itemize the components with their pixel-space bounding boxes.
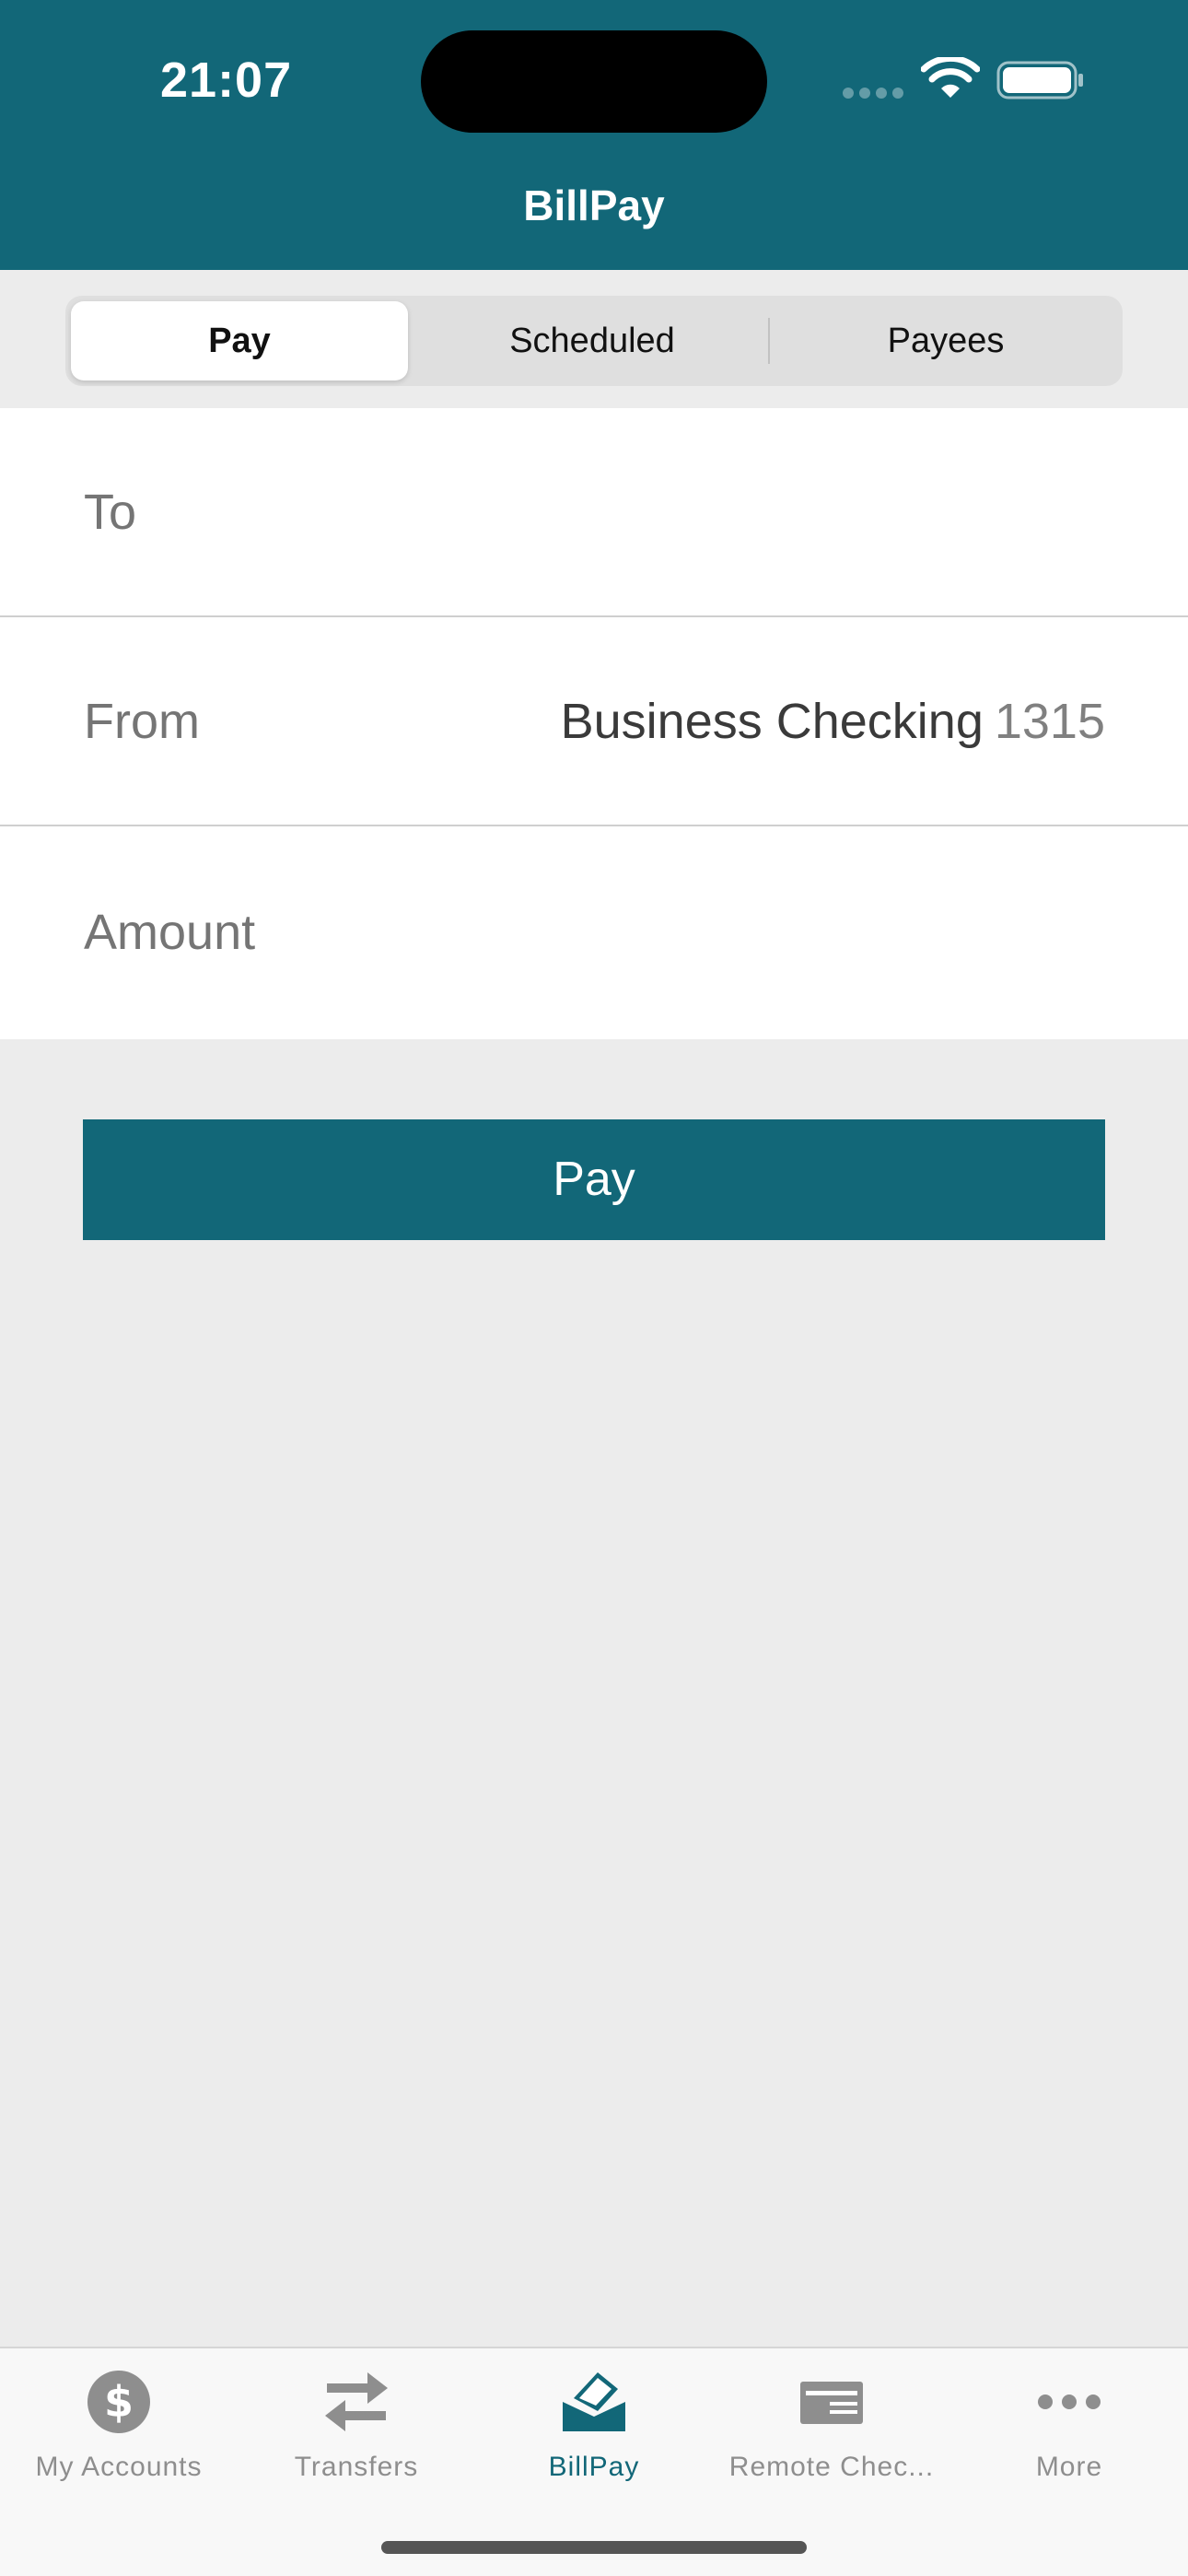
page-title: BillPay [523, 181, 665, 229]
segment-payees[interactable]: Payees [771, 296, 1121, 386]
check-deposit-icon [800, 2382, 863, 2424]
amount-row[interactable]: Amount [0, 828, 1188, 1037]
tab-transfers[interactable]: Transfers [238, 2348, 475, 2505]
tab-label: More [1035, 2452, 1103, 2482]
svg-text:$: $ [104, 2377, 134, 2427]
payment-form: To From Business Checking 1315 Amount [0, 408, 1188, 1039]
wifi-icon [921, 57, 980, 98]
from-account: Business Checking 1315 [561, 617, 1105, 826]
tab-remote-check[interactable]: Remote Chec... [713, 2348, 950, 2505]
nav-header: 21:07 BillPay [0, 0, 1188, 270]
home-indicator [381, 2541, 807, 2554]
bill-envelope-icon [563, 2372, 625, 2431]
battery-icon [996, 61, 1083, 100]
from-account-number: 1315 [994, 694, 1105, 749]
tab-billpay[interactable]: BillPay [475, 2348, 713, 2505]
segment-divider [768, 318, 770, 364]
tab-label: BillPay [548, 2452, 640, 2482]
tab-label: Transfers [294, 2452, 419, 2482]
from-row[interactable]: From Business Checking 1315 [0, 617, 1188, 826]
tab-more[interactable]: More [950, 2348, 1188, 2505]
dollar-circle-icon: $ [87, 2371, 150, 2433]
segment-container: Pay Scheduled Payees [0, 270, 1188, 408]
pay-button[interactable]: Pay [83, 1119, 1105, 1240]
from-account-name: Business Checking [560, 694, 984, 749]
tab-label: My Accounts [35, 2452, 203, 2482]
from-label: From [84, 694, 200, 749]
amount-label: Amount [84, 905, 256, 960]
tab-my-accounts[interactable]: $ My Accounts [0, 2348, 238, 2505]
segment-scheduled[interactable]: Scheduled [417, 296, 767, 386]
segmented-control: Pay Scheduled Payees [65, 296, 1123, 386]
more-dots-icon [1038, 2395, 1101, 2409]
dynamic-island [421, 30, 767, 133]
to-label: To [84, 485, 137, 540]
status-time: 21:07 [160, 53, 293, 108]
cellular-signal-icon [843, 88, 905, 99]
tab-label: Remote Chec... [728, 2452, 935, 2482]
transfer-arrows-icon [325, 2372, 388, 2431]
segment-pay[interactable]: Pay [71, 301, 408, 381]
to-row[interactable]: To [0, 408, 1188, 617]
